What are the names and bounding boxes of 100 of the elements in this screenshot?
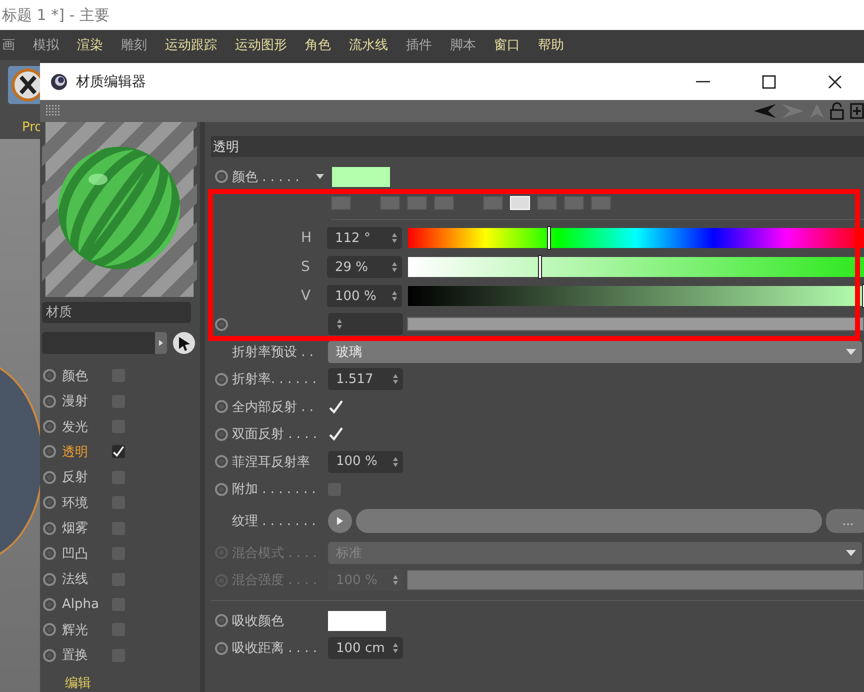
color-slider[interactable] [408, 228, 864, 248]
keyframe-circle-icon[interactable] [43, 470, 56, 484]
lock-icon[interactable] [830, 102, 844, 120]
checkbox[interactable] [328, 398, 344, 415]
edit-label[interactable]: 编辑 [40, 674, 200, 692]
color-mode-button[interactable] [331, 196, 351, 210]
menu-item[interactable]: 帮助 [538, 36, 564, 54]
menu-item[interactable]: 运动图形 [235, 36, 287, 54]
keyframe-circle-icon[interactable] [43, 522, 56, 535]
menu-item[interactable]: 流水线 [349, 36, 388, 54]
cursor-icon[interactable] [172, 330, 196, 355]
spinner-arrows-icon[interactable] [391, 232, 398, 244]
channel-item[interactable]: 颜色 [62, 366, 106, 385]
close-icon[interactable] [828, 74, 842, 88]
arrow-button[interactable] [155, 332, 167, 354]
keyframe-circle-icon[interactable] [215, 372, 228, 386]
channel-item[interactable]: 置换 [62, 646, 106, 664]
keyframe-circle-icon[interactable] [43, 572, 56, 586]
spinner-arrows-icon[interactable] [391, 290, 398, 302]
menu-item[interactable]: 渲染 [77, 36, 103, 54]
color-swatch[interactable] [328, 610, 386, 631]
dropdown[interactable]: 玻璃 [328, 340, 862, 363]
link-field[interactable] [42, 332, 155, 354]
number-field[interactable] [328, 313, 403, 336]
keyframe-circle-icon[interactable] [43, 623, 56, 636]
number-field[interactable]: 112 ° [327, 227, 402, 249]
keyframe-circle-icon[interactable] [215, 428, 228, 441]
spinner-arrows-icon[interactable] [392, 574, 399, 586]
color-mode-button[interactable] [537, 196, 557, 210]
material-name-field[interactable]: 材质 [42, 302, 191, 323]
checkbox[interactable] [112, 445, 125, 458]
menu-item[interactable]: 运动跟踪 [165, 36, 217, 54]
color-slider[interactable] [408, 257, 864, 277]
keyframe-circle-icon[interactable] [43, 496, 56, 510]
parameter-label: 菲涅耳反射率 [232, 454, 311, 471]
play-icon[interactable] [159, 340, 163, 346]
channel-item[interactable]: 凹凸 [62, 544, 106, 563]
channel-item[interactable]: 反射 [62, 468, 106, 486]
texture-field[interactable] [356, 509, 822, 533]
menu-item[interactable]: 脚本 [450, 36, 476, 54]
minimize-icon[interactable] [696, 80, 710, 82]
number-field[interactable]: 1.517 [328, 368, 403, 390]
keyframe-circle-icon[interactable] [43, 369, 56, 382]
play-icon[interactable] [337, 517, 343, 525]
menu-item[interactable]: 画 [2, 36, 15, 54]
channel-item[interactable]: 环境 [62, 494, 106, 512]
keyframe-circle-icon[interactable] [215, 400, 228, 414]
channel-item[interactable]: Alpha [62, 596, 106, 612]
channel-item[interactable]: 漫射 [62, 392, 106, 410]
keyframe-circle-icon[interactable] [43, 598, 56, 611]
slider-handle[interactable] [547, 226, 552, 250]
back-arrow-icon[interactable] [754, 104, 776, 118]
slider-handle[interactable] [538, 255, 542, 279]
keyframe-circle-icon[interactable] [43, 394, 56, 408]
grip-icon[interactable] [46, 105, 60, 117]
maximize-icon[interactable] [762, 74, 776, 88]
color-mode-button[interactable] [564, 196, 584, 210]
color-mode-button[interactable] [380, 196, 400, 210]
keyframe-circle-icon[interactable] [215, 318, 228, 331]
channel-item[interactable]: 辉光 [62, 620, 106, 639]
color-mode-button[interactable] [591, 196, 611, 210]
spinner-arrows-icon[interactable] [391, 261, 398, 273]
channel-item[interactable]: 烟雾 [62, 519, 106, 538]
color-slider[interactable] [408, 286, 864, 306]
menu-item[interactable]: 插件 [406, 36, 432, 54]
menu-item[interactable]: 模拟 [33, 36, 59, 54]
menu-item[interactable]: 雕刻 [121, 36, 147, 54]
play-button[interactable] [328, 509, 352, 533]
color-swatch[interactable] [332, 166, 390, 187]
spinner-arrows-icon[interactable] [392, 456, 399, 468]
keyframe-circle-icon[interactable] [215, 642, 228, 655]
color-mode-button[interactable] [434, 196, 454, 210]
keyframe-circle-icon[interactable] [215, 455, 228, 468]
keyframe-circle-icon[interactable] [215, 482, 228, 496]
keyframe-circle-icon[interactable] [215, 170, 228, 184]
color-mode-button[interactable] [483, 196, 503, 210]
channel-item[interactable]: 法线 [62, 570, 106, 588]
add-icon[interactable] [850, 103, 864, 119]
keyframe-circle-icon[interactable] [43, 547, 56, 560]
keyframe-circle-icon[interactable] [215, 614, 228, 628]
caret-icon[interactable] [846, 348, 856, 355]
menu-item[interactable]: 窗口 [494, 36, 520, 54]
spinner-arrows-icon[interactable] [392, 642, 399, 654]
spinner-arrows-icon[interactable] [392, 373, 399, 386]
number-field[interactable]: 100 % [327, 285, 402, 307]
more-button[interactable]: ... [826, 509, 864, 533]
keyframe-circle-icon[interactable] [43, 420, 56, 433]
number-field[interactable]: 29 % [327, 256, 402, 278]
spinner-arrows-icon[interactable] [336, 318, 343, 330]
keyframe-circle-icon[interactable] [43, 445, 56, 458]
channel-item[interactable]: 透明 [62, 442, 106, 461]
number-field[interactable]: 100 cm [328, 637, 403, 660]
checkbox[interactable] [328, 426, 344, 442]
forward-arrow-icon[interactable] [782, 104, 804, 118]
caret-icon[interactable] [316, 172, 324, 181]
channel-item[interactable]: 发光 [62, 418, 106, 436]
number-field[interactable]: 100 % [328, 450, 403, 473]
color-mode-button[interactable] [407, 196, 427, 210]
keyframe-circle-icon[interactable] [43, 648, 56, 662]
menu-item[interactable]: 角色 [305, 36, 331, 54]
